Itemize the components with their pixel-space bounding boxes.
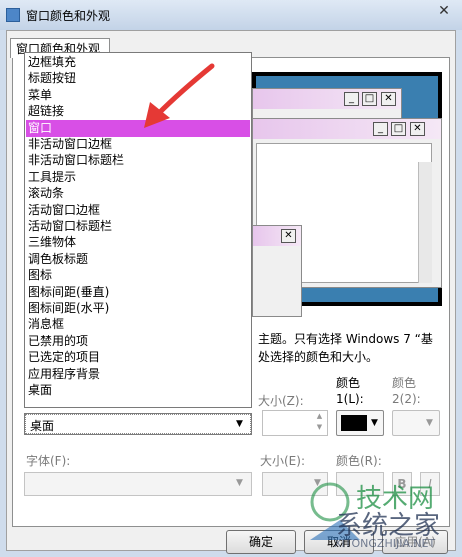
color1-label: 颜色 bbox=[336, 376, 361, 390]
preview-minimize-icon: _ bbox=[373, 122, 388, 136]
color1-swatch bbox=[341, 415, 367, 431]
font-color-label: 颜色(R): bbox=[336, 454, 382, 468]
font-label: 字体(F): bbox=[26, 454, 71, 468]
item-combobox-focus bbox=[25, 414, 251, 434]
font-size-label: 大小(E): bbox=[260, 454, 305, 468]
list-item[interactable]: 图标间距(水平) bbox=[26, 300, 250, 317]
app-icon bbox=[6, 8, 20, 22]
chevron-down-icon: ▼ bbox=[426, 418, 433, 428]
list-item[interactable]: 非活动窗口标题栏 bbox=[26, 152, 250, 169]
chevron-down-icon: ▼ bbox=[236, 478, 243, 488]
list-item[interactable]: 桌面 bbox=[26, 382, 250, 399]
font-select[interactable] bbox=[24, 472, 252, 496]
list-item[interactable]: 滚动条 bbox=[26, 185, 250, 202]
preview-maximize-icon: □ bbox=[362, 92, 377, 106]
list-item[interactable]: 已禁用的项 bbox=[26, 333, 250, 350]
size-label: 大小(Z): bbox=[258, 394, 304, 408]
description-line-1: 主题。只有选择 Windows 7 “基 bbox=[258, 332, 433, 346]
list-item[interactable]: 活动窗口边框 bbox=[26, 202, 250, 219]
list-item[interactable]: 活动窗口标题栏 bbox=[26, 218, 250, 235]
preview-close-icon: ✕ bbox=[281, 229, 296, 243]
preview-inactive-titlebar bbox=[253, 89, 401, 109]
color2-sub-label: 2(2): bbox=[392, 392, 421, 406]
preview-maximize-icon: □ bbox=[391, 122, 406, 136]
close-button[interactable]: ✕ bbox=[430, 2, 458, 20]
list-item[interactable]: 工具提示 bbox=[26, 169, 250, 186]
chevron-down-icon[interactable]: ▼ bbox=[236, 419, 243, 429]
list-item[interactable]: 三维物体 bbox=[26, 234, 250, 251]
preview-scrollbar bbox=[418, 162, 432, 283]
red-arrow-annotation bbox=[144, 63, 215, 128]
color1-sub-label: 1(L): bbox=[336, 392, 364, 406]
list-item[interactable]: 非活动窗口边框 bbox=[26, 136, 250, 153]
list-item[interactable]: 图标 bbox=[26, 267, 250, 284]
description-line-2: 处选择的颜色和大小。 bbox=[258, 350, 379, 364]
color2-label: 颜色 bbox=[392, 376, 417, 390]
list-item[interactable]: 已选定的项目 bbox=[26, 349, 250, 366]
spin-arrows-icon[interactable]: ▲ ▼ bbox=[312, 411, 327, 435]
preview-close-icon: ✕ bbox=[410, 122, 425, 136]
preview-close-icon: ✕ bbox=[381, 92, 396, 106]
list-item[interactable]: 调色板标题 bbox=[26, 251, 250, 268]
list-item[interactable]: 图标间距(垂直) bbox=[26, 284, 250, 301]
list-item[interactable]: 消息框 bbox=[26, 316, 250, 333]
list-item[interactable]: 应用程序背景 bbox=[26, 366, 250, 383]
ok-button[interactable]: 确定 bbox=[226, 530, 296, 554]
item-combobox-value: 桌面 bbox=[30, 419, 55, 433]
window-title: 窗口颜色和外观 bbox=[26, 9, 111, 23]
watermark-text-3: XITONGZHIJIA.NET bbox=[334, 537, 436, 550]
preview-minimize-icon: _ bbox=[344, 92, 359, 106]
chevron-down-icon: ▼ bbox=[371, 418, 378, 428]
